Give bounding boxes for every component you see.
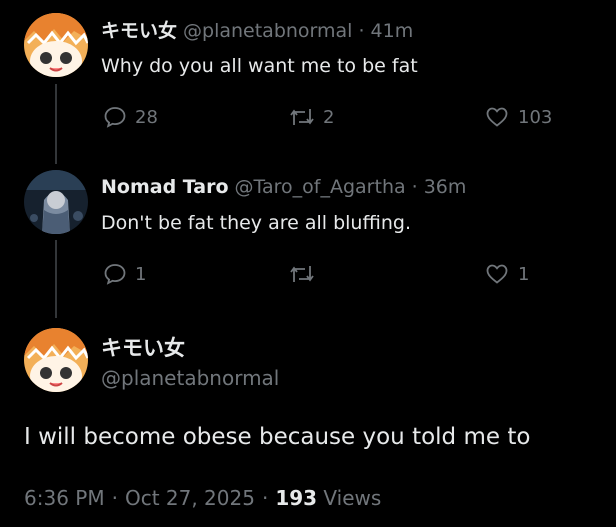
avatar[interactable] <box>24 13 88 77</box>
separator: · <box>261 486 269 510</box>
author-handle[interactable]: @Taro_of_Agartha <box>235 176 406 198</box>
tweet-text: Why do you all want me to be fat <box>101 55 418 77</box>
author-handle[interactable]: @planetabnormal <box>101 366 279 390</box>
tweet-footer: 6:36 PM · Oct 27, 2025 · 193 Views <box>24 486 381 510</box>
views: 193 Views <box>275 486 381 510</box>
avatar[interactable] <box>24 170 88 234</box>
retweet-icon <box>290 109 314 125</box>
separator: · <box>358 20 365 42</box>
like-count: 1 <box>518 263 530 285</box>
retweet-button[interactable]: 2 <box>289 105 334 129</box>
reply-button[interactable]: 28 <box>103 105 158 129</box>
reply-count: 1 <box>135 263 147 285</box>
retweet-button[interactable] <box>289 262 323 286</box>
like-button[interactable]: 103 <box>484 105 552 129</box>
thread-line-2 <box>55 240 57 318</box>
thread-line-1 <box>55 84 57 164</box>
reply-count: 28 <box>135 106 158 128</box>
author-name[interactable]: キモい女 <box>101 332 185 362</box>
like-count: 103 <box>518 106 553 128</box>
retweet-count: 2 <box>323 106 335 128</box>
timestamp[interactable]: 41m <box>371 20 414 42</box>
views-label: Views <box>323 486 382 510</box>
tweet-text: Don't be fat they are all bluffing. <box>101 212 411 234</box>
separator: · <box>111 486 118 510</box>
tweet-date[interactable]: Oct 27, 2025 <box>125 486 255 510</box>
retweet-icon <box>290 266 314 282</box>
like-icon <box>486 107 508 127</box>
reply-icon <box>104 107 126 128</box>
author-name[interactable]: Nomad Taro <box>101 176 229 198</box>
avatar[interactable] <box>24 328 88 392</box>
like-button[interactable]: 1 <box>484 262 529 286</box>
author-name[interactable]: キモい女 <box>101 16 177 43</box>
timestamp[interactable]: 36m <box>424 176 467 198</box>
separator: · <box>411 176 418 198</box>
tweet-time[interactable]: 6:36 PM <box>24 486 105 510</box>
tweet-text: I will become obese because you told me … <box>24 424 531 450</box>
author-handle[interactable]: @planetabnormal <box>183 20 352 42</box>
views-count: 193 <box>275 486 318 510</box>
reply-icon <box>104 264 126 285</box>
reply-button[interactable]: 1 <box>103 262 146 286</box>
like-icon <box>486 264 508 284</box>
